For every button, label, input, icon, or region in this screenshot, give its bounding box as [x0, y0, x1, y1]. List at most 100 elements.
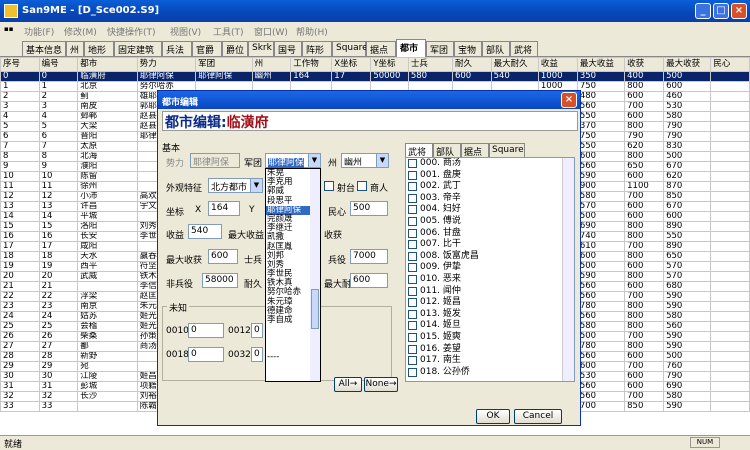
select-all-button[interactable]: All→: [334, 377, 362, 392]
menu-help[interactable]: 帮助(H): [296, 25, 328, 38]
column-header[interactable]: 民心: [710, 57, 750, 72]
general-item[interactable]: 004. 妇好: [406, 204, 574, 216]
general-checkbox[interactable]: [408, 298, 417, 308]
menu-tools[interactable]: 工具(T): [213, 25, 244, 38]
general-checkbox[interactable]: [408, 182, 417, 192]
table-row[interactable]: 0 0 临潢府 耶律阿保 耶律阿保 幽州 164 17 50000 580 600 540 1000 35…: [0, 71, 750, 82]
merchant-checkbox[interactable]: [357, 181, 367, 191]
column-header[interactable]: 编号: [38, 57, 79, 72]
column-header[interactable]: 工作物: [290, 57, 333, 72]
generals-list[interactable]: 000. 商汤 001. 盘庚 002. 武丁 003. 帝辛 004. 妇好 005. …: [405, 157, 575, 382]
maxdur-input[interactable]: 600: [350, 273, 388, 288]
column-header[interactable]: Y坐标: [370, 57, 409, 72]
general-checkbox[interactable]: [408, 159, 417, 168]
corps-dropdown-list[interactable]: 朱晃 李克用 郭威 段思平 耶律阿保 完颜晟 李继迁 凯撒 赵匡胤 刘邦 刘秀 李世民 铁木真 努尔哈赤朱…: [265, 168, 321, 382]
column-header[interactable]: 最大耐久: [490, 57, 539, 72]
general-checkbox[interactable]: [408, 356, 417, 366]
tab-ranks[interactable]: 官爵: [192, 41, 222, 56]
general-checkbox[interactable]: [408, 205, 417, 215]
column-header[interactable]: 序号: [0, 57, 40, 72]
tab-terrain[interactable]: 地形: [84, 41, 114, 56]
state-select[interactable]: 幽州 ▼: [341, 153, 389, 168]
tab-formation[interactable]: 阵形: [302, 41, 332, 56]
general-item[interactable]: 002. 武丁: [406, 181, 574, 193]
troops-input[interactable]: 58000: [202, 273, 238, 288]
general-item[interactable]: 006. 甘盘: [406, 228, 574, 240]
menu-shortcut[interactable]: 快捷操作(T): [107, 25, 156, 38]
general-checkbox[interactable]: [408, 321, 417, 331]
chevron-down-icon[interactable]: ▼: [250, 179, 262, 192]
tab-corps[interactable]: 军团: [426, 41, 454, 56]
column-header[interactable]: 州: [251, 57, 292, 72]
general-item[interactable]: 013. 姬发: [406, 309, 574, 321]
general-item[interactable]: 014. 姬旦: [406, 320, 574, 332]
maxharvest-input[interactable]: 600: [208, 249, 238, 264]
menu-window[interactable]: 窗口(W): [254, 25, 288, 38]
general-item[interactable]: 017. 南生: [406, 355, 574, 367]
general-checkbox[interactable]: [408, 240, 417, 250]
corps-select[interactable]: 耶律阿保 ▼: [265, 153, 321, 168]
people-input[interactable]: 500: [350, 201, 388, 216]
menu-modify[interactable]: 修改(M): [64, 25, 97, 38]
unk-input-0012[interactable]: 0: [251, 323, 263, 338]
dropdown-scrollbar[interactable]: [310, 169, 320, 381]
general-checkbox[interactable]: [408, 367, 417, 377]
chevron-down-icon[interactable]: ▼: [308, 154, 320, 167]
tab-square[interactable]: Square: [332, 41, 368, 56]
general-checkbox[interactable]: [408, 216, 417, 226]
column-header[interactable]: 耐久: [451, 57, 492, 72]
menu-view[interactable]: 视图(V): [170, 25, 201, 38]
column-header[interactable]: X坐标: [331, 57, 372, 72]
tab-base[interactable]: 据点: [366, 41, 396, 56]
fixed-select[interactable]: 北方都市 ▼: [208, 178, 263, 193]
general-item[interactable]: 010. 恶来: [406, 274, 574, 286]
tab-state[interactable]: 州: [66, 41, 84, 56]
general-item[interactable]: 003. 帝辛: [406, 193, 574, 205]
general-item[interactable]: 016. 姜望: [406, 344, 574, 356]
general-item[interactable]: 011. 闻仲: [406, 286, 574, 298]
cancel-button[interactable]: Cancel: [514, 409, 562, 424]
tab-country[interactable]: 国号: [274, 41, 302, 56]
chevron-down-icon[interactable]: ▼: [376, 154, 388, 167]
general-item[interactable]: 001. 盘庚: [406, 170, 574, 182]
tower-checkbox[interactable]: [324, 181, 334, 191]
tab-buildings[interactable]: 固定建筑: [114, 41, 162, 56]
general-checkbox[interactable]: [408, 193, 417, 203]
general-checkbox[interactable]: [408, 170, 417, 180]
column-header[interactable]: 士兵: [407, 57, 453, 72]
general-item[interactable]: 007. 比干: [406, 239, 574, 251]
tab-skrk[interactable]: Skrk: [248, 41, 274, 56]
scroll-thumb[interactable]: [311, 289, 319, 329]
general-item[interactable]: 000. 商汤: [406, 158, 574, 170]
column-header[interactable]: 最大收益: [576, 57, 626, 72]
unk-input-0018[interactable]: 0: [188, 347, 224, 362]
general-item[interactable]: 012. 姬昌: [406, 297, 574, 309]
column-header[interactable]: 都市: [77, 57, 138, 72]
general-checkbox[interactable]: [408, 309, 417, 319]
general-checkbox[interactable]: [408, 274, 417, 284]
column-header[interactable]: 收益: [537, 57, 578, 72]
column-header[interactable]: 收获: [624, 57, 665, 72]
rtab-bases[interactable]: 据点: [461, 143, 489, 158]
x-input[interactable]: 164: [208, 201, 240, 216]
maximize-button[interactable]: □: [713, 3, 729, 19]
general-checkbox[interactable]: [408, 332, 417, 342]
tab-generals[interactable]: 武将: [510, 41, 538, 56]
income-input[interactable]: 540: [188, 224, 222, 239]
service-input[interactable]: 7000: [350, 249, 388, 264]
menu-function[interactable]: 功能(F): [24, 25, 54, 38]
rtab-generals[interactable]: 武将: [405, 143, 433, 158]
general-item[interactable]: 015. 姬奭: [406, 332, 574, 344]
unk-input-0032[interactable]: 0: [251, 347, 263, 362]
general-item[interactable]: 008. 饭富虎昌: [406, 251, 574, 263]
general-item[interactable]: 009. 伊挚: [406, 262, 574, 274]
rtab-square[interactable]: Square: [489, 143, 525, 157]
select-none-button[interactable]: None→: [364, 377, 398, 392]
general-item[interactable]: 018. 公孙侨: [406, 367, 574, 379]
column-header[interactable]: 最大收获: [663, 57, 712, 72]
general-checkbox[interactable]: [408, 263, 417, 273]
ok-button[interactable]: OK: [476, 409, 510, 424]
column-header[interactable]: 军团: [195, 57, 253, 72]
general-checkbox[interactable]: [408, 251, 417, 261]
close-button[interactable]: ×: [731, 3, 747, 19]
